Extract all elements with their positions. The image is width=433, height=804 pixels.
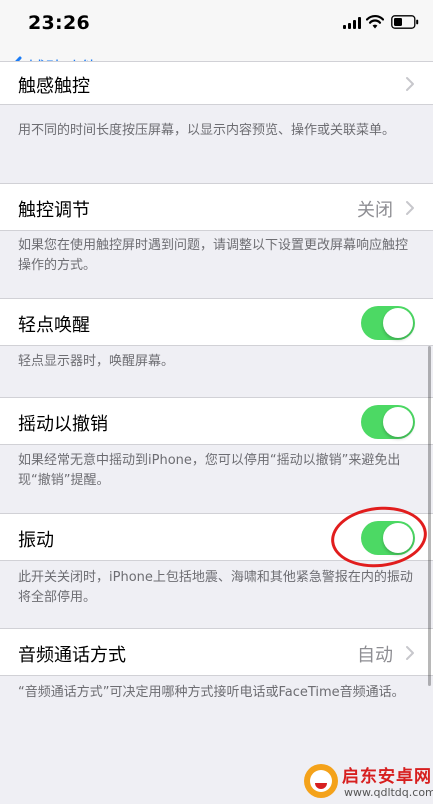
status-bar: 23:26: [0, 0, 433, 46]
vibration-toggle[interactable]: [361, 521, 415, 555]
cell-vibration: 振动: [0, 513, 433, 561]
chevron-right-icon: [406, 77, 414, 91]
cell-3d-touch-label: 触感触控: [18, 76, 90, 97]
cell-3d-touch-footer: 用不同的时间长度按压屏幕，以显示内容预览、操作或关联菜单。: [18, 123, 396, 138]
call-audio-routing-value: 自动: [357, 645, 393, 666]
scroll-indicator: [428, 346, 431, 686]
shake-to-undo-label: 摇动以撤销: [18, 414, 108, 435]
tap-to-wake-toggle[interactable]: [361, 306, 415, 340]
watermark-logo-icon: [304, 764, 338, 798]
watermark-name: 启东安卓网: [342, 767, 432, 787]
toggle-knob: [383, 308, 413, 338]
watermark-url: www.qdltdq.com: [344, 786, 433, 799]
touch-accommodations-footer: 如果您在使用触控屏时遇到问题，请调整以下设置更改屏幕响应触控操作的方式。: [18, 238, 409, 273]
chevron-right-icon: [406, 646, 414, 660]
touch-accommodations-value: 关闭: [357, 200, 393, 221]
tap-to-wake-label: 轻点唤醒: [18, 315, 90, 336]
toggle-knob: [383, 407, 413, 437]
shake-to-undo-toggle[interactable]: [361, 405, 415, 439]
cell-shake-to-undo: 摇动以撤销: [0, 397, 433, 445]
call-audio-routing-label: 音频通话方式: [18, 645, 126, 666]
cell-tap-to-wake: 轻点唤醒: [0, 298, 433, 346]
battery-icon: [391, 15, 419, 29]
touch-accommodations-label: 触控调节: [18, 200, 90, 221]
tap-to-wake-footer: 轻点显示器时，唤醒屏幕。: [18, 354, 175, 369]
call-audio-routing-footer: “音频通话方式”可决定用哪种方式接听电话或FaceTime音频通话。: [18, 685, 405, 700]
toggle-knob: [383, 523, 413, 553]
wifi-icon: [366, 15, 384, 29]
signal-icon: [343, 17, 361, 29]
vibration-label: 振动: [18, 530, 54, 551]
chevron-right-icon: [406, 201, 414, 215]
cell-touch-accommodations[interactable]: 触控调节 关闭: [0, 183, 433, 231]
shake-to-undo-footer: 如果经常无意中摇动到iPhone，您可以停用“摇动以撤销”来避免出现“撤销”提醒…: [18, 453, 401, 488]
vibration-footer: 此开关关闭时，iPhone上包括地震、海啸和其他紧急警报在内的振动将全部停用。: [18, 570, 413, 605]
screen: 23:26 辅助功能 触控 触感触控: [0, 0, 433, 804]
cell-call-audio-routing[interactable]: 音频通话方式 自动: [0, 628, 433, 676]
watermark: 启东安卓网 www.qdltdq.com: [300, 758, 433, 804]
cell-3d-touch[interactable]: 触感触控: [0, 61, 433, 105]
status-time: 23:26: [28, 12, 90, 34]
